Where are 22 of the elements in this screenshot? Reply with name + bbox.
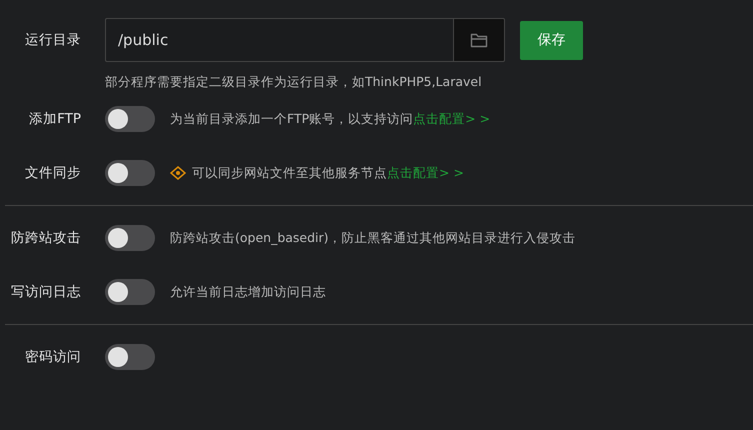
save-button[interactable]: 保存 bbox=[520, 20, 583, 60]
folder-icon bbox=[470, 32, 488, 48]
setting-description: 防跨站攻击(open_basedir)，防止黑客通过其他网站目录进行入侵攻击 bbox=[170, 230, 576, 246]
folder-button[interactable] bbox=[453, 18, 505, 62]
hint-text: 部分程序需要指定二级目录作为运行目录，如ThinkPHP5,Laravel bbox=[105, 74, 483, 91]
configure-link[interactable]: 点击配置> > bbox=[413, 110, 490, 128]
toggle-switch[interactable] bbox=[105, 106, 155, 132]
directory-field[interactable]: /public bbox=[105, 18, 453, 62]
toggle-switch[interactable] bbox=[105, 225, 155, 251]
setting-label: 文件同步 bbox=[24, 164, 81, 182]
toggle-switch[interactable] bbox=[105, 160, 155, 186]
setting-description: 允许当前日志增加访问日志 bbox=[170, 284, 326, 300]
setting-label: 写访问日志 bbox=[10, 283, 81, 301]
toggle-switch[interactable] bbox=[105, 344, 155, 370]
toggle-switch[interactable] bbox=[105, 279, 155, 305]
setting-description: 可以同步网站文件至其他服务节点 bbox=[192, 164, 387, 182]
setting-description: 为当前目录添加一个FTP账号，以支持访问 bbox=[170, 110, 414, 128]
setting-label: 密码访问 bbox=[24, 348, 81, 366]
setting-label: 添加FTP bbox=[28, 110, 81, 128]
configure-link[interactable]: 点击配置> > bbox=[387, 164, 464, 182]
field-label: 运行目录 bbox=[24, 31, 81, 49]
setting-label: 防跨站攻击 bbox=[10, 229, 81, 247]
